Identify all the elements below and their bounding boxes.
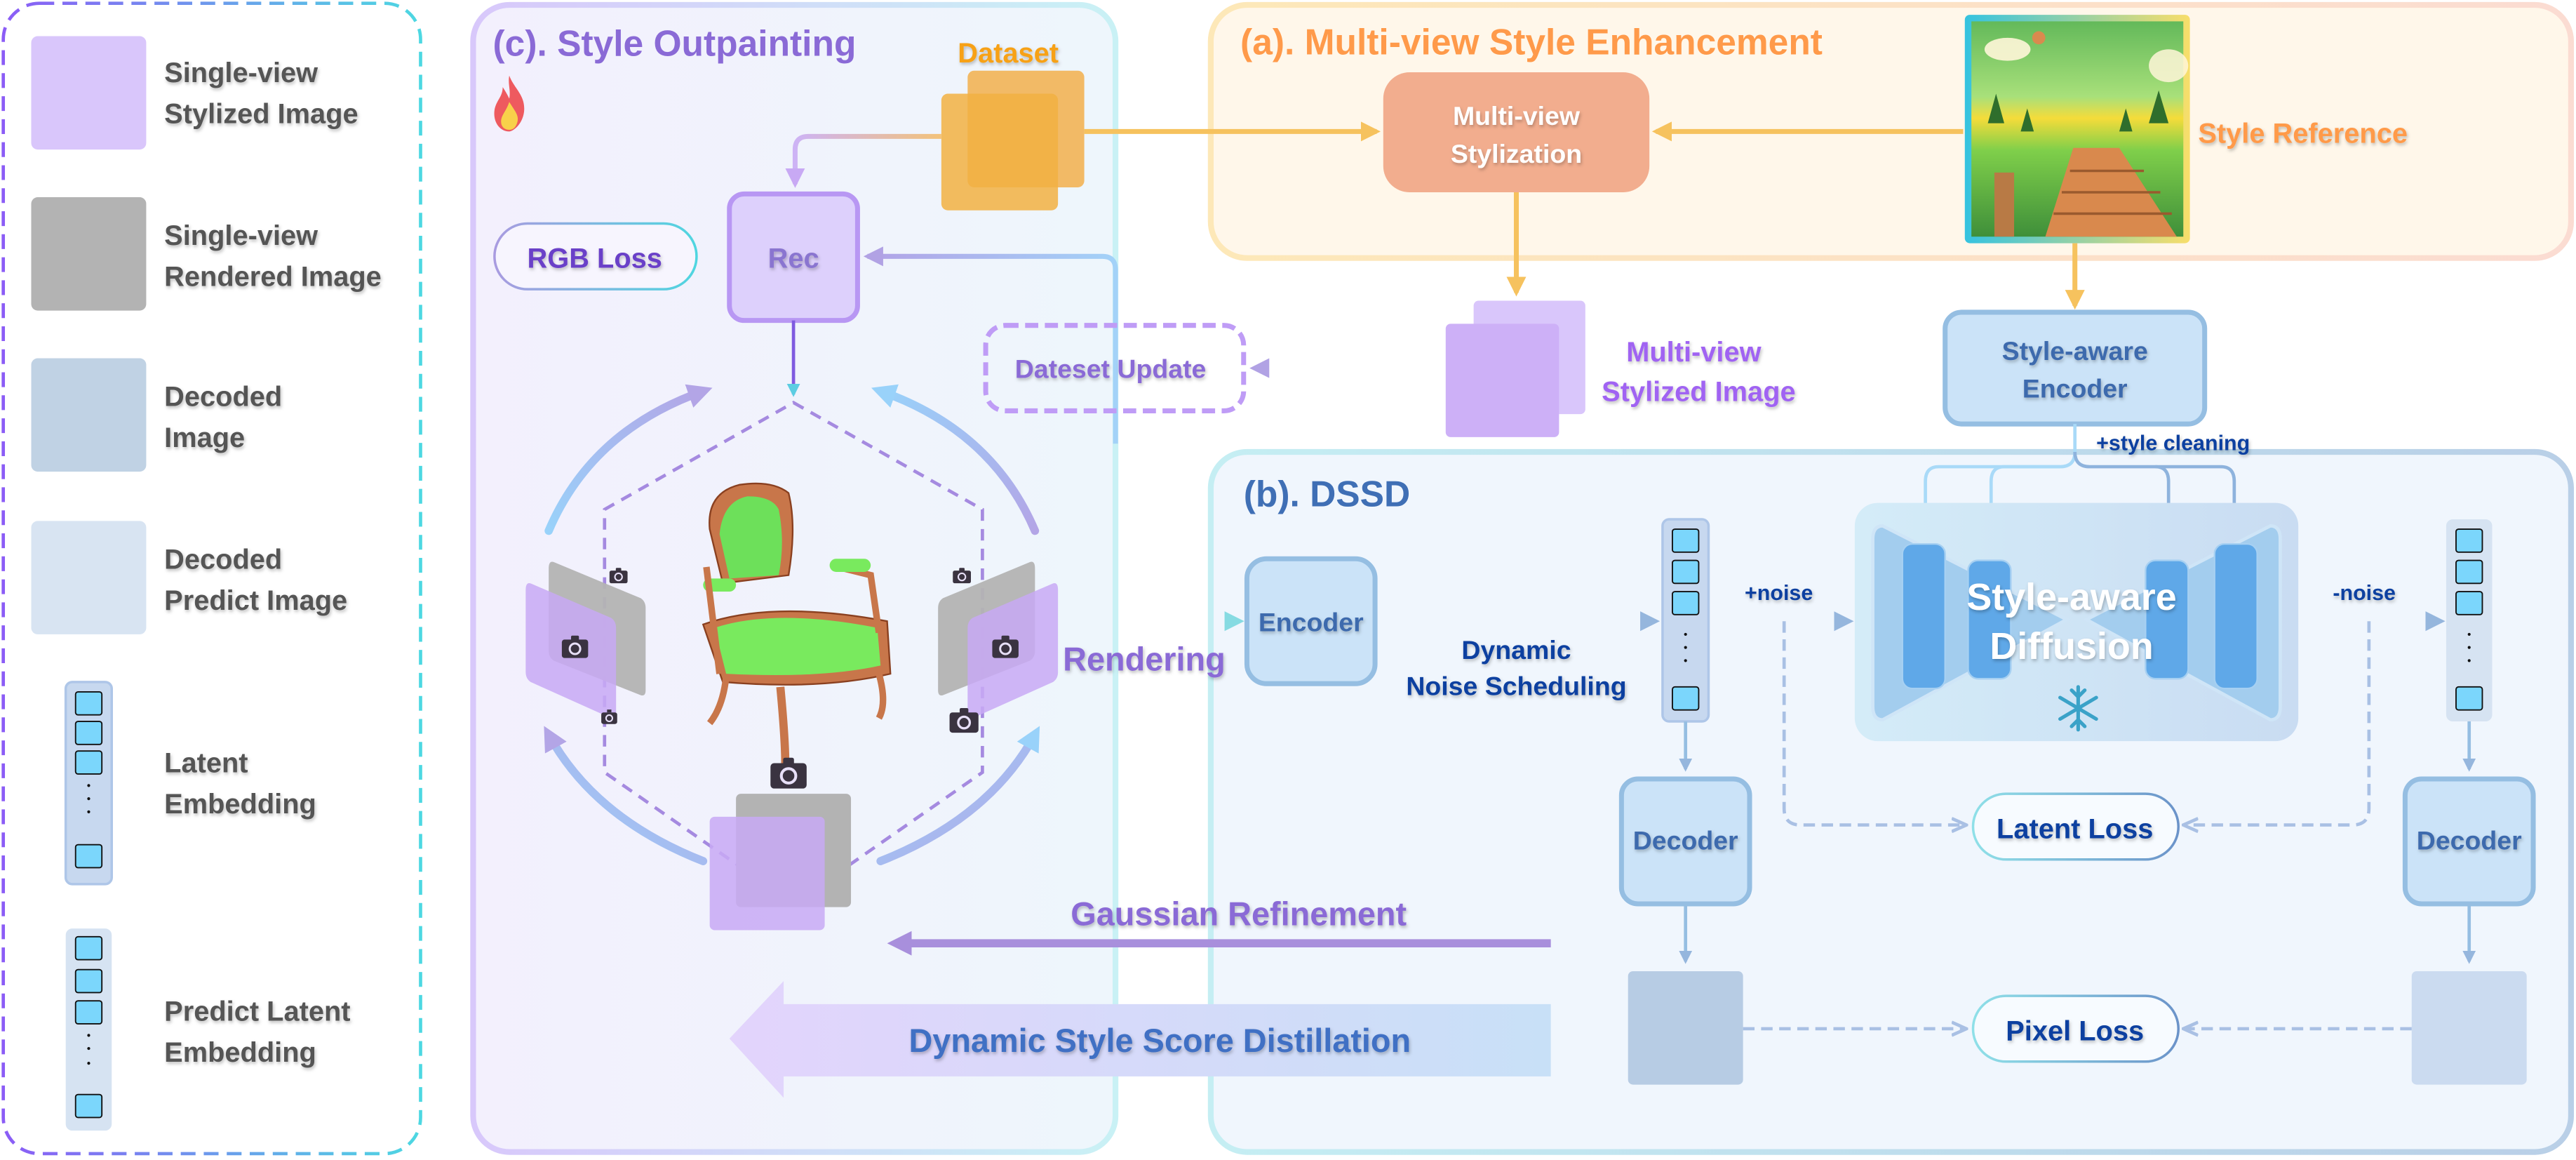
style-reference-label: Style Reference [2198, 119, 2408, 149]
rgb-loss-label: RGB Loss [528, 244, 662, 274]
dssd-label: Dynamic Style Score Distillation [908, 1022, 1411, 1059]
section-a-title: (a). Multi-view Style Enhancement [1240, 21, 1823, 62]
noise-scheduling-label: Noise Scheduling [1406, 672, 1626, 701]
style-encoder-label: Style-aware [2002, 336, 2148, 366]
legend-label: Single-view [164, 220, 318, 251]
decoded-image [1628, 971, 1743, 1085]
style-reference-image [1964, 15, 2190, 244]
legend-label: Decoded [164, 381, 282, 412]
stylization-label: Stylization [1451, 139, 1582, 168]
legend-label: Predict Latent [164, 996, 350, 1027]
plus-noise-label: +noise [1745, 581, 1813, 605]
pixel-loss-label: Pixel Loss [2006, 1015, 2144, 1046]
section-b-title: (b). DSSD [1244, 473, 1410, 514]
legend-swatch-decoded-predict [31, 521, 147, 634]
style-aware-encoder-node [1943, 309, 2208, 427]
dataset-update-label: Dateset Update [1015, 354, 1207, 384]
rec-label: Rec [768, 244, 819, 274]
diffusion-label: Diffusion [1990, 625, 2153, 667]
legend-label: Embedding [164, 1037, 316, 1068]
latent-loss-label: Latent Loss [1997, 813, 2153, 844]
multiview-stylization-node [1383, 72, 1650, 192]
legend-swatch-rendered [31, 197, 147, 311]
legend-label: Rendered Image [164, 261, 382, 292]
gaussian-refinement-label: Gaussian Refinement [1071, 895, 1407, 932]
legend-swatch-decoded [31, 358, 147, 472]
stylized-image-front [1445, 324, 1559, 437]
encoder-label: Encoder [1259, 607, 1364, 636]
decoder-label: Decoder [1633, 826, 1738, 855]
decoder-label: Decoder [2417, 826, 2522, 855]
style-encoder-label: Encoder [2022, 374, 2128, 404]
section-style-outpainting: (c). Style Outpainting Dataset RGB Loss … [470, 1, 1119, 1155]
section-c-title: (c). Style Outpainting [493, 23, 857, 64]
rendering-label: Rendering [1063, 641, 1226, 677]
predict-latent-embedding [2446, 519, 2493, 722]
noise-scheduling-label: Dynamic [1461, 635, 1571, 665]
stylized-image-bottom [709, 816, 825, 931]
stylized-image-label: Multi-view [1626, 337, 1762, 368]
legend-swatch-stylized [31, 36, 147, 150]
decoded-predict-image [2411, 971, 2527, 1085]
minus-noise-label: -noise [2333, 581, 2396, 605]
legend-label: Predict Image [164, 585, 347, 616]
legend-label: Stylized Image [164, 99, 358, 130]
stylization-label: Multi-view [1453, 101, 1581, 131]
stylized-image-label: Stylized Image [1602, 376, 1795, 407]
legend-label: Image [164, 422, 245, 453]
diagram-canvas: Single-view Stylized Image Single-view R… [1, 1, 2575, 1156]
dataset-image-front [941, 93, 1059, 211]
legend-label: Embedding [164, 789, 316, 820]
latent-embedding [1661, 518, 1710, 723]
legend-label: Decoded [164, 544, 282, 575]
legend-label: Single-view [164, 58, 318, 88]
legend-panel: Single-view Stylized Image Single-view R… [1, 1, 422, 1156]
dataset-label: Dataset [958, 38, 1059, 69]
style-aware-diffusion-node: Style-aware Diffusion [1854, 502, 2299, 742]
diffusion-label: Style-aware [1966, 576, 2176, 618]
diagram-stage: Single-view Stylized Image Single-view R… [0, 0, 2576, 1160]
style-cleaning-label: +style cleaning [2096, 432, 2250, 455]
legend-label: Latent [164, 748, 248, 779]
section-multiview-style-enhancement: (a). Multi-view Style Enhancement Multi-… [1084, 1, 2575, 261]
